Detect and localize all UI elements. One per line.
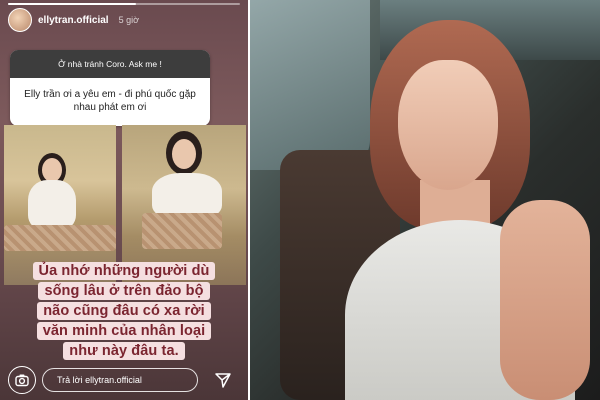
caption-line: Ủa nhớ những người dù	[32, 262, 216, 280]
caption-line: sống lâu ở trên đảo bộ	[38, 282, 210, 300]
story-progress-fill	[8, 3, 136, 5]
photo-picnic-cloth	[142, 213, 222, 249]
portrait-arm	[500, 200, 590, 400]
instagram-story: ellytran.official 5 giờ Ở nhà tránh Coro…	[0, 0, 248, 400]
story-header: ellytran.official 5 giờ	[8, 8, 139, 32]
car-window	[250, 0, 370, 170]
camera-icon-glyph	[15, 374, 29, 387]
photo-figure-face	[172, 139, 196, 169]
send-icon[interactable]	[214, 371, 232, 389]
screenshot-composite: ellytran.official 5 giờ Ở nhà tránh Coro…	[0, 0, 600, 400]
reply-input[interactable]: Trả lời ellytran.official	[42, 368, 198, 392]
story-photo-left	[4, 125, 116, 285]
caption-line: như này đâu ta.	[63, 342, 185, 360]
story-progress-bar	[8, 3, 240, 5]
photo-figure-dress	[28, 180, 76, 230]
caption-line: não cũng đâu có xa rời	[37, 302, 211, 320]
caption-line: văn minh của nhân loại	[36, 322, 212, 340]
story-username[interactable]: ellytran.official	[38, 15, 109, 26]
question-answer: Elly trần ơi a yêu em - đi phú quốc gặp …	[24, 89, 196, 113]
story-photo-right	[122, 125, 246, 285]
story-caption: Ủa nhớ những người dù sống lâu ở trên đả…	[0, 262, 248, 360]
portrait-photo	[250, 0, 600, 400]
portrait-face	[398, 60, 498, 190]
question-sticker: Ở nhà tránh Coro. Ask me ! Elly trần ơi …	[10, 50, 210, 126]
photo-figure-face	[42, 158, 62, 182]
photo-picnic-cloth	[4, 225, 116, 251]
story-timestamp: 5 giờ	[118, 15, 139, 25]
question-prompt: Ở nhà tránh Coro. Ask me !	[10, 50, 210, 78]
avatar[interactable]	[8, 8, 32, 32]
camera-icon[interactable]	[8, 366, 36, 394]
